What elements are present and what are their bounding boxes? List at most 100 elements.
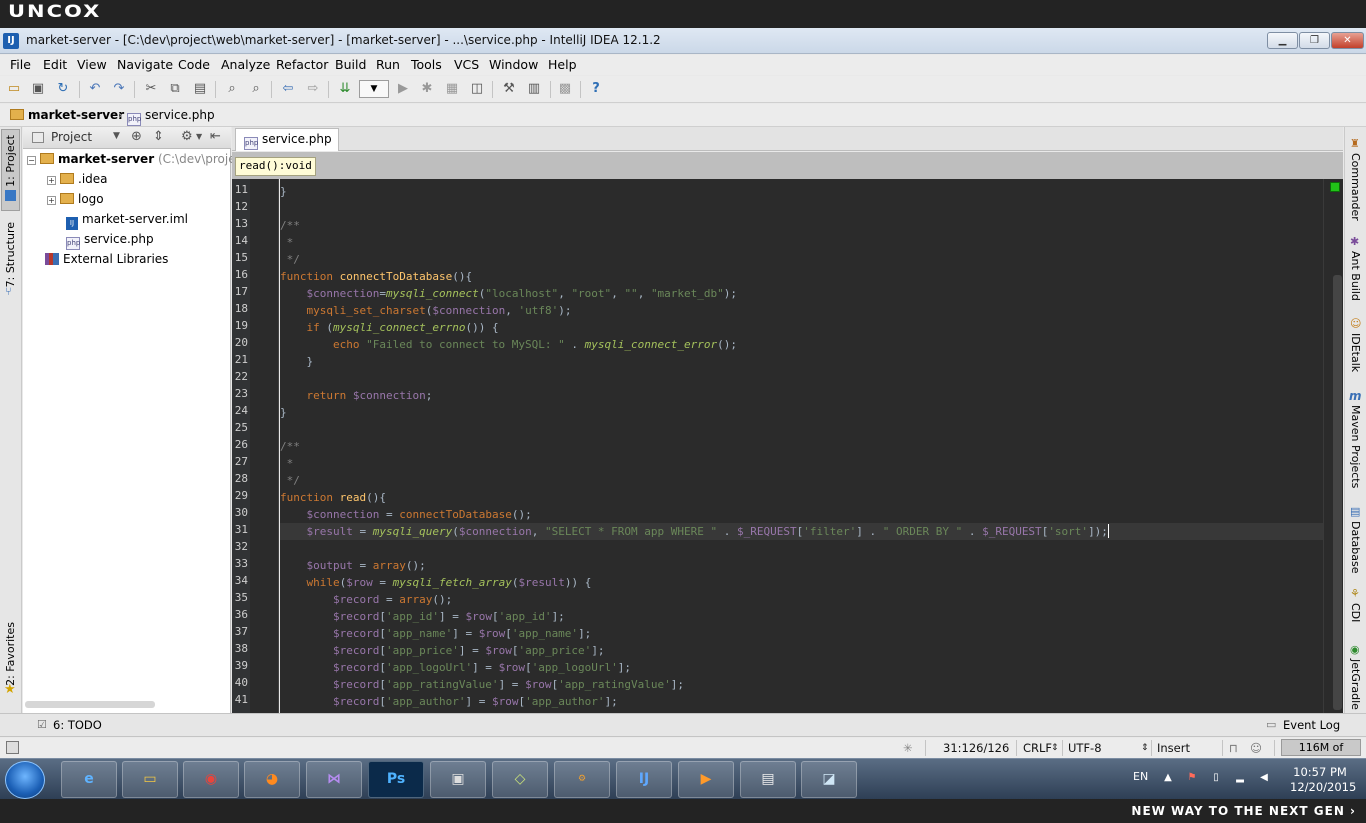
game-icon[interactable]: ▣ bbox=[430, 761, 486, 798]
menu-view[interactable]: View bbox=[77, 57, 107, 72]
minimize-button[interactable]: ▁ bbox=[1267, 32, 1298, 49]
tree-item-external-libraries[interactable]: External Libraries bbox=[45, 252, 168, 266]
document-icon[interactable]: ▤ bbox=[740, 761, 796, 798]
tool-tab-event-log[interactable]: Event Log bbox=[1283, 718, 1340, 732]
line-separator-dropdown-icon[interactable]: ⇕ bbox=[1051, 743, 1059, 753]
cut-icon[interactable]: ✂ bbox=[142, 80, 160, 98]
settings-icon[interactable]: ⚒ bbox=[500, 80, 518, 98]
menu-run[interactable]: Run bbox=[376, 57, 400, 72]
tool-tab-favorites[interactable]: 2: Favorites bbox=[4, 622, 17, 686]
ie-icon[interactable]: e bbox=[61, 761, 117, 798]
open-folder-icon[interactable]: ▭ bbox=[5, 80, 23, 98]
locate-icon[interactable]: ⊕ bbox=[131, 129, 142, 144]
photoshop-icon[interactable]: Ps bbox=[368, 761, 424, 798]
tab-service-php[interactable]: phpservice.php ✕ bbox=[235, 128, 339, 164]
help-icon[interactable]: ? bbox=[587, 80, 605, 98]
redo-icon[interactable]: ↷ bbox=[110, 80, 128, 98]
gear-dropdown-icon[interactable]: ▼ bbox=[196, 132, 202, 141]
clock[interactable]: 10:57 PM 12/20/2015 bbox=[1290, 765, 1356, 795]
menu-analyze[interactable]: Analyze bbox=[221, 57, 270, 72]
start-button[interactable] bbox=[5, 761, 45, 799]
menu-code[interactable]: Code bbox=[178, 57, 210, 72]
editor-vertical-scrollbar[interactable] bbox=[1333, 275, 1342, 710]
profile-icon[interactable]: ◫ bbox=[468, 80, 486, 98]
explorer-icon[interactable]: ▭ bbox=[122, 761, 178, 798]
replace-icon[interactable]: ⌕ bbox=[247, 80, 265, 98]
tree-item-iml[interactable]: IJ market-server.iml bbox=[66, 212, 188, 230]
hector-icon[interactable]: ☺ bbox=[1250, 741, 1262, 755]
intellij-icon[interactable]: IJ bbox=[616, 761, 672, 798]
tray-expand-icon[interactable]: ▲ bbox=[1162, 772, 1174, 784]
encoding-dropdown-icon[interactable]: ⇕ bbox=[1141, 743, 1149, 753]
tool-tab-commander[interactable]: Commander bbox=[1349, 153, 1362, 221]
tool-tab-jetgradle[interactable]: JetGradle bbox=[1349, 659, 1362, 710]
breadcrumb-project[interactable]: market-server bbox=[10, 108, 124, 122]
firefox-icon[interactable]: ◕ bbox=[244, 761, 300, 798]
project-view-selector[interactable]: Project bbox=[51, 130, 92, 144]
tool-tab-cdi[interactable]: CDI bbox=[1349, 603, 1362, 622]
menu-tools[interactable]: Tools bbox=[411, 57, 442, 72]
tool-tab-project[interactable]: 1: Project bbox=[4, 135, 17, 187]
save-icon[interactable]: ▣ bbox=[29, 80, 47, 98]
collapse-all-icon[interactable]: ⇕ bbox=[153, 129, 164, 144]
volume-icon[interactable]: ◀ bbox=[1258, 772, 1270, 784]
sdk-icon[interactable]: ▩ bbox=[556, 80, 574, 98]
javaee-ide-icon[interactable]: ⚙ bbox=[554, 761, 610, 798]
run-config-combo[interactable]: ▼ bbox=[359, 80, 389, 98]
code-editor[interactable]: } /** * */ function connectToDatabase(){… bbox=[280, 179, 1323, 713]
tree-item-service-php[interactable]: php service.php bbox=[66, 232, 154, 250]
expand-icon[interactable]: + bbox=[47, 176, 56, 185]
menu-navigate[interactable]: Navigate bbox=[117, 57, 173, 72]
device-icon[interactable]: ▯ bbox=[1210, 772, 1222, 784]
network-icon[interactable]: ▂ bbox=[1234, 772, 1246, 784]
insert-mode[interactable]: Insert bbox=[1157, 741, 1190, 755]
collapse-icon[interactable]: − bbox=[27, 156, 36, 165]
find-icon[interactable]: ⌕ bbox=[223, 80, 241, 98]
copy-icon[interactable]: ⧉ bbox=[166, 80, 184, 98]
project-structure-icon[interactable]: ▥ bbox=[525, 80, 543, 98]
menu-window[interactable]: Window bbox=[489, 57, 538, 72]
breadcrumb-file[interactable]: php service.php bbox=[127, 108, 215, 126]
inspection-ok-indicator[interactable] bbox=[1330, 182, 1340, 192]
back-icon[interactable]: ⇦ bbox=[279, 80, 297, 98]
visualstudio-icon[interactable]: ⋈ bbox=[306, 761, 362, 798]
tool-tab-structure[interactable]: 7: Structure bbox=[4, 222, 17, 287]
maximize-button[interactable]: ❐ bbox=[1299, 32, 1330, 49]
file-encoding[interactable]: UTF-8 bbox=[1068, 741, 1102, 755]
tree-root[interactable]: − market-server (C:\dev\project bbox=[27, 152, 247, 166]
tool-tab-ant-build[interactable]: Ant Build bbox=[1349, 251, 1362, 301]
menu-edit[interactable]: Edit bbox=[43, 57, 67, 72]
window-icon[interactable]: ◪ bbox=[801, 761, 857, 798]
expand-icon[interactable]: + bbox=[47, 196, 56, 205]
coverage-icon[interactable]: ▦ bbox=[443, 80, 461, 98]
tree-item-idea[interactable]: + .idea bbox=[47, 172, 108, 186]
notes-icon[interactable]: ◇ bbox=[492, 761, 548, 798]
tool-tab-database[interactable]: Database bbox=[1349, 521, 1362, 574]
action-center-icon[interactable]: ⚑ bbox=[1186, 772, 1198, 784]
debug-icon[interactable]: ✱ bbox=[418, 80, 436, 98]
forward-icon[interactable]: ⇨ bbox=[304, 80, 322, 98]
toggle-tool-windows-icon[interactable] bbox=[6, 741, 19, 754]
media-player-icon[interactable]: ▶ bbox=[678, 761, 734, 798]
tool-tab-todo[interactable]: 6: TODO bbox=[53, 718, 102, 732]
memory-indicator[interactable]: 116M of 494M bbox=[1281, 739, 1361, 769]
run-icon[interactable]: ▶ bbox=[394, 80, 412, 98]
caret-position[interactable]: 31:126/126 bbox=[943, 741, 1009, 755]
chevron-down-icon[interactable]: ▼ bbox=[113, 131, 120, 141]
line-separator[interactable]: CRLF bbox=[1023, 741, 1052, 755]
menu-refactor[interactable]: Refactor bbox=[276, 57, 328, 72]
menu-build[interactable]: Build bbox=[335, 57, 366, 72]
lock-icon[interactable]: ⊓ bbox=[1229, 741, 1238, 755]
make-icon[interactable]: ⇊ bbox=[336, 80, 354, 98]
tool-tab-idetalk[interactable]: IDEtalk bbox=[1349, 333, 1362, 372]
hide-panel-icon[interactable]: ⇤ bbox=[210, 129, 221, 144]
project-horizontal-scrollbar[interactable] bbox=[25, 701, 155, 708]
close-button[interactable]: ✕ bbox=[1331, 32, 1364, 49]
chrome-icon[interactable]: ◉ bbox=[183, 761, 239, 798]
menu-vcs[interactable]: VCS bbox=[454, 57, 479, 72]
language-indicator[interactable]: EN bbox=[1133, 770, 1148, 783]
gear-icon[interactable]: ⚙ bbox=[181, 129, 193, 144]
menu-file[interactable]: File bbox=[10, 57, 31, 72]
sync-icon[interactable]: ↻ bbox=[54, 80, 72, 98]
tree-item-logo[interactable]: + logo bbox=[47, 192, 104, 206]
